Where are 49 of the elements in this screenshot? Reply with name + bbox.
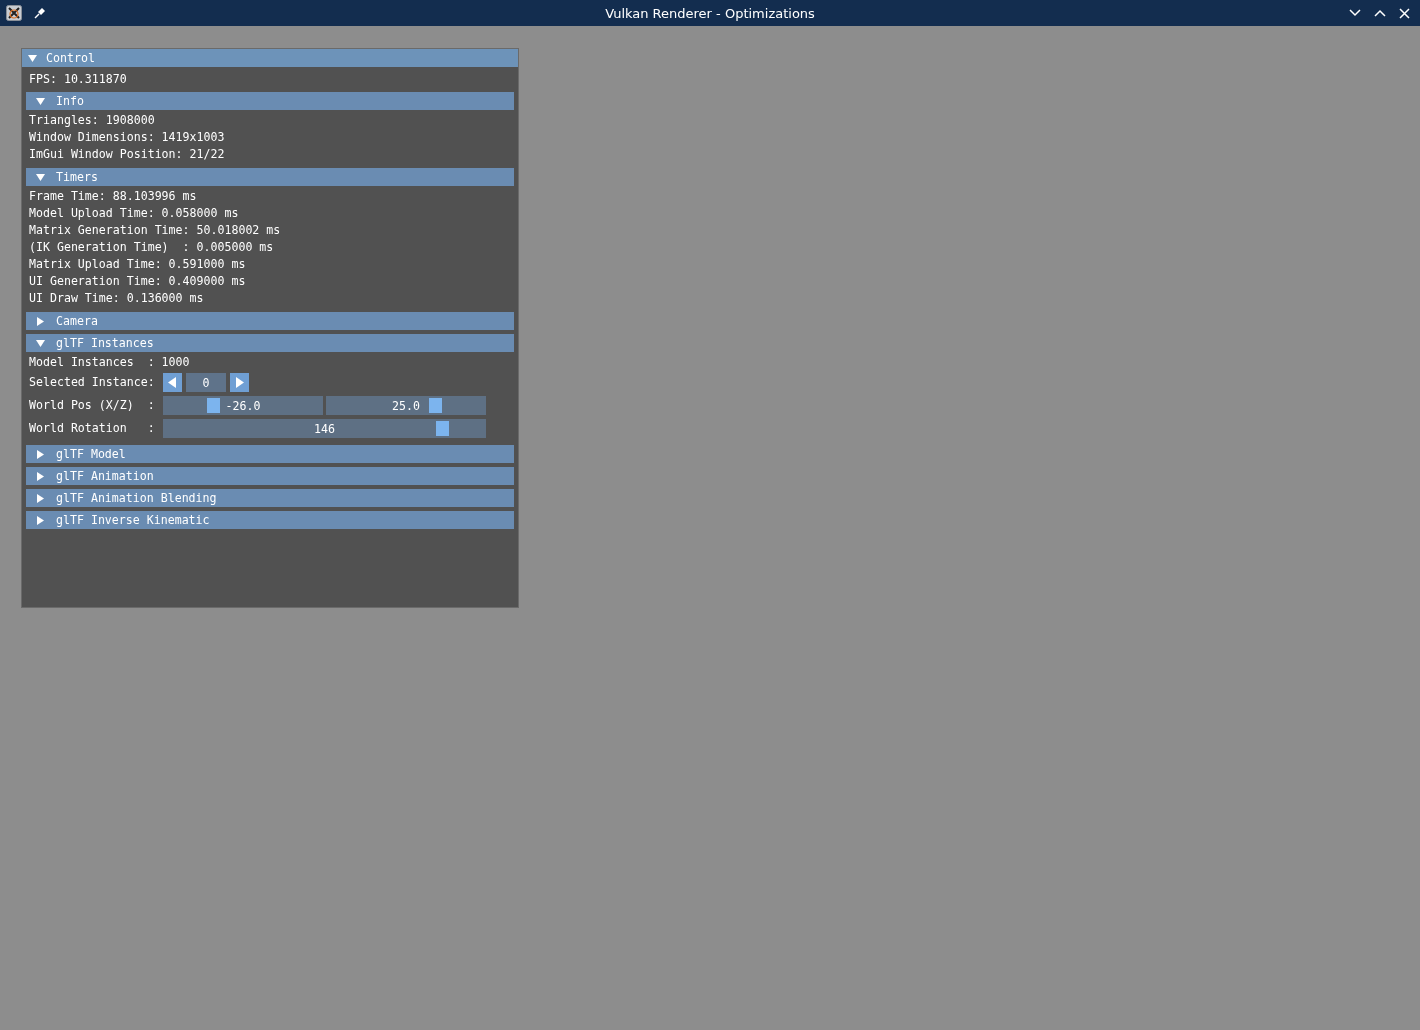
section-header[interactable]: glTF Animation Blending: [26, 489, 514, 507]
app-icon: [6, 5, 22, 21]
field-label: World Pos (X/Z) :: [28, 397, 156, 414]
triangle-right-icon: [36, 515, 45, 525]
info-text: UI Generation Time: 0.409000 ms: [28, 273, 247, 290]
section-header[interactable]: glTF Instances: [26, 334, 514, 352]
slider-track[interactable]: 25.0: [326, 396, 486, 415]
section-header[interactable]: glTF Model: [26, 445, 514, 463]
info-text: Model Upload Time: 0.058000 ms: [28, 205, 240, 222]
triangle-right-icon: [36, 471, 45, 481]
instance-field[interactable]: 0: [186, 373, 226, 392]
minimize-icon[interactable]: [1349, 9, 1361, 17]
info-text: UI Draw Time: 0.136000 ms: [28, 290, 205, 307]
triangle-right-icon: [36, 493, 45, 503]
section-header[interactable]: Camera: [26, 312, 514, 330]
window-title: Vulkan Renderer - Optimizations: [605, 5, 815, 21]
section-header[interactable]: Info: [26, 92, 514, 110]
slider-thumb[interactable]: [428, 398, 442, 413]
slider-thumb[interactable]: [207, 398, 221, 413]
field-label: World Rotation :: [28, 420, 156, 437]
section-header[interactable]: Timers: [26, 168, 514, 186]
info-text: Window Dimensions: 1419x1003: [28, 129, 226, 146]
info-text: Triangles: 1908000: [28, 112, 156, 129]
info-text: Matrix Upload Time: 0.591000 ms: [28, 256, 247, 273]
section-header[interactable]: glTF Animation: [26, 467, 514, 485]
info-text: (IK Generation Time) : 0.005000 ms: [28, 239, 275, 256]
pin-icon[interactable]: [34, 7, 46, 19]
info-text: Matrix Generation Time: 50.018002 ms: [28, 222, 282, 239]
slider-value: 25.0: [391, 398, 421, 413]
slider-value: -26.0: [224, 398, 262, 413]
triangle-down-icon: [28, 53, 37, 63]
triangle-down-icon: [36, 338, 45, 348]
panel-header[interactable]: Control: [22, 49, 518, 67]
info-text: ImGui Window Position: 21/22: [28, 146, 226, 163]
slider-track[interactable]: -26.0: [163, 396, 323, 415]
slider-thumb[interactable]: [435, 421, 449, 436]
section-header[interactable]: glTF Inverse Kinematic: [26, 511, 514, 529]
triangle-down-icon: [36, 96, 45, 106]
triangle-down-icon: [36, 172, 45, 182]
field-label: Selected Instance:: [28, 374, 156, 391]
info-text: Frame Time: 88.103996 ms: [28, 188, 198, 205]
close-icon[interactable]: [1399, 7, 1410, 19]
maximize-icon[interactable]: [1374, 9, 1386, 17]
triangle-right-icon: [36, 449, 45, 459]
info-text: Model Instances : 1000: [28, 354, 191, 371]
triangle-right-icon: [36, 316, 45, 326]
fps-text: FPS: 10.311870: [28, 71, 128, 88]
slider-track[interactable]: 146: [163, 419, 486, 438]
slider-value: 146: [313, 421, 336, 436]
